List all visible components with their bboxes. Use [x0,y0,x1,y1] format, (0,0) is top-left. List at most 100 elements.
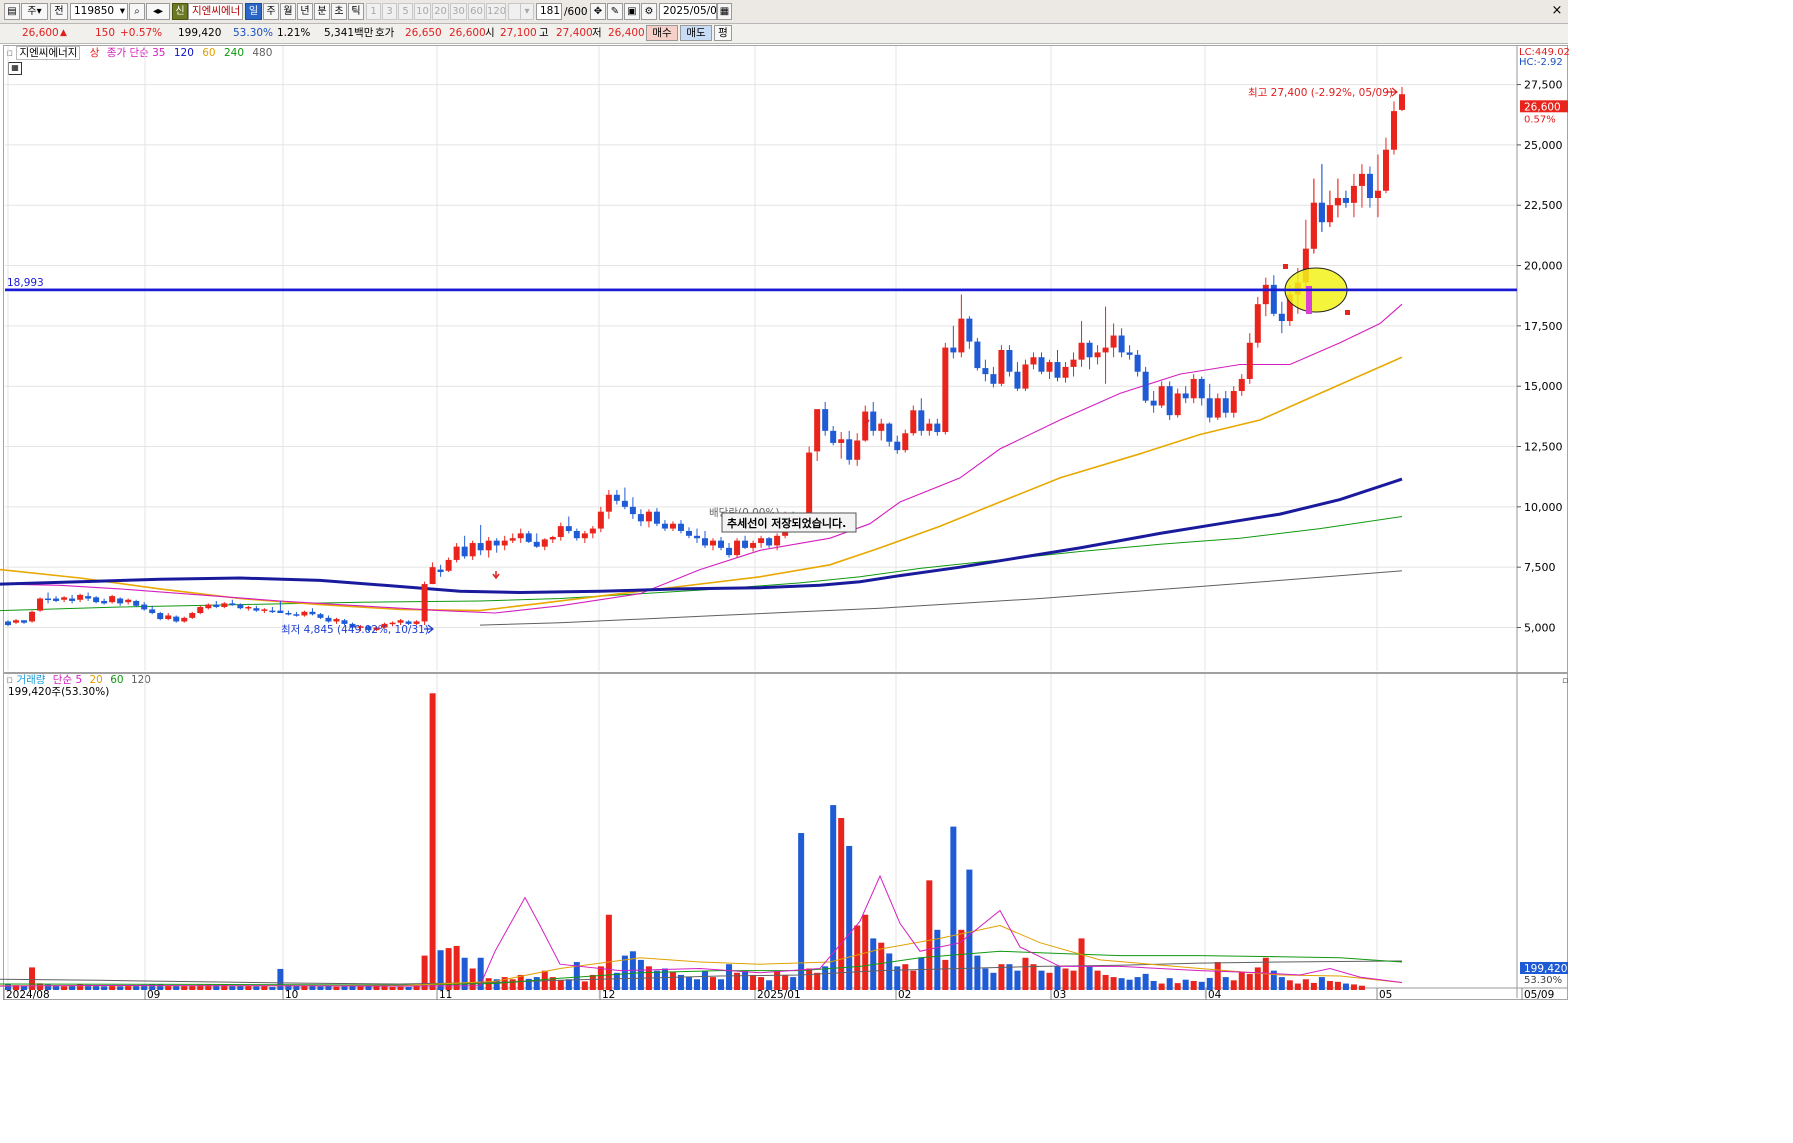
candle-body [453,546,460,560]
point-marker [1283,264,1288,269]
candle-body [758,538,765,544]
candle-body [421,584,428,622]
candle-body [53,598,60,601]
volume-bar [301,985,308,990]
candle-body [1134,354,1141,372]
candle-body [445,559,452,571]
candle-body [1038,357,1045,372]
candle-body [605,494,612,512]
volume-bar [325,986,332,990]
volume-bar [1022,957,1029,990]
volume-bar [685,977,692,990]
candle-body [309,611,316,615]
volume-bar [1198,981,1205,990]
volume-bar [365,986,372,990]
toast-message: 추세선이 저장되었습니다. [727,516,846,530]
candle-body [485,540,492,551]
candle-body [1054,362,1061,378]
candle-body [1390,111,1397,150]
price-tick-label: 15,000 [1524,380,1563,393]
candle-body [926,423,933,431]
volume-bar [774,970,781,990]
price-axis: 27,500 25,000 22,500 20,000 17,500 15,000 12,5… [1517,79,1563,635]
candle-body [870,411,877,431]
volume-bar [1326,980,1333,990]
candle-body [1078,342,1085,360]
candle-body [285,613,292,615]
candle-body [966,318,973,342]
volume-bar [1278,977,1285,990]
candle-body [141,604,148,610]
volume-bar [669,971,676,990]
volume-bar [926,880,933,990]
volume-bar [958,929,965,990]
candle-body [1230,391,1237,413]
volume-bar [830,805,837,990]
candle-body [181,617,188,622]
candle-body [429,567,436,585]
volume-bar [902,964,909,990]
candle-body [1150,400,1157,406]
candle-body [173,616,180,622]
volume-bar [758,977,765,990]
current-price-badge-text: 26,600 [1524,101,1561,113]
date-tick-label: 04 [1208,989,1222,1000]
date-tick-label: 05/09 [1524,989,1554,1000]
candle-body [918,410,925,431]
candle-body [1246,342,1253,379]
volume-bar [565,979,572,990]
volume-bar [1190,980,1197,990]
volume-bar [1078,938,1085,990]
date-tick-label: 03 [1053,989,1066,1000]
volume-bar [637,959,644,990]
candle-body [133,600,140,606]
candle-body [573,530,580,539]
volume-bar [1206,977,1213,990]
volume-bar [117,986,124,990]
volume-bar [357,986,364,990]
volume-bar [381,986,388,990]
volume-bar [245,985,252,990]
candle-body [774,535,781,546]
volume-bar [653,970,660,990]
volume-bar [1230,980,1237,990]
candle-body [149,609,156,614]
volume-bar [1334,981,1341,990]
chart-canvas[interactable]: 27,500 25,000 22,500 20,000 17,500 15,000 12,5… [0,0,1568,1000]
date-tick-label: 2025/01 [757,989,801,1000]
candle-body [1190,378,1197,399]
candle-body [862,411,869,441]
candle-body [1358,173,1365,186]
candle-body [693,535,700,539]
volume-bar [982,968,989,990]
candle-body [477,543,484,551]
candle-body [125,599,132,603]
candle-body [830,430,837,443]
candle-body [1278,313,1285,322]
date-tick-label: 10 [285,989,298,1000]
candle-body [998,350,1005,384]
low-annotation: 최저 4,845 (449.02%, 10/31) [281,624,429,636]
candle-body [990,374,997,384]
volume-bar [229,986,236,990]
candle-body [886,423,893,442]
candle-body [1062,366,1069,378]
candle-body [245,606,252,609]
volume-bar [854,925,861,990]
candle-body [1158,386,1165,406]
candle-body [557,526,564,538]
candle-body [742,540,749,548]
volume-bar [1214,962,1221,990]
volume-bar [277,968,284,990]
candle-body [1022,364,1029,389]
candle-body [189,613,196,618]
volume-bar [693,979,700,990]
ma240-line [0,516,1403,612]
candle-body [213,604,220,607]
current-volume-badge-text: 199,420 [1524,963,1567,975]
volume-bar [1110,977,1117,990]
candle-body [822,409,829,431]
candle-body [814,409,821,452]
candle-body [902,433,909,451]
volume-bar [5,983,11,990]
